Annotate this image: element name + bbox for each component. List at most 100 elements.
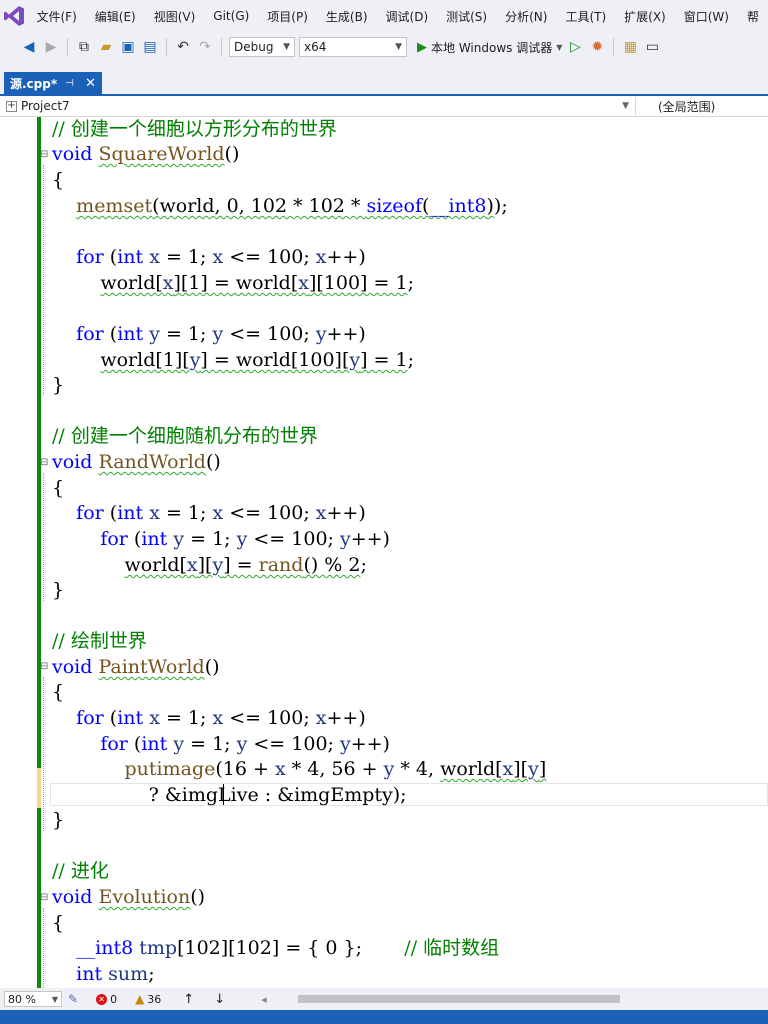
new-project-icon[interactable]: ⧉ bbox=[75, 38, 93, 56]
platform-value: x64 bbox=[304, 40, 327, 54]
warnings-indicator[interactable]: ▲ 36 bbox=[135, 992, 161, 1006]
project-dropdown[interactable]: + Project7 ▼ bbox=[0, 97, 636, 115]
code-line: { bbox=[52, 912, 65, 934]
start-debugging-label: 本地 Windows 调试器 bbox=[431, 40, 553, 55]
code-line: world[x][y] = rand() % 2; bbox=[124, 554, 367, 576]
code-line: { bbox=[52, 681, 65, 703]
chevron-down-icon: ▼ bbox=[622, 101, 629, 111]
code-comment: // 创建一个细胞随机分布的世界 bbox=[52, 425, 318, 447]
open-file-icon[interactable]: ▰ bbox=[97, 38, 115, 56]
code-cleanup-icon[interactable]: ✎ bbox=[68, 992, 78, 1006]
code-line: for (int x = 1; x <= 100; x++) bbox=[76, 502, 366, 524]
code-line: } bbox=[52, 579, 65, 601]
error-count: 0 bbox=[110, 992, 118, 1006]
navigate-back-icon[interactable]: ◀ bbox=[20, 38, 38, 56]
window-status-bar bbox=[0, 1010, 768, 1024]
menu-test[interactable]: 测试(S) bbox=[437, 8, 496, 25]
menu-edit[interactable]: 编辑(E) bbox=[86, 8, 145, 25]
menu-view[interactable]: 视图(V) bbox=[145, 8, 205, 25]
save-all-icon[interactable]: ▤ bbox=[141, 38, 159, 56]
fold-guide bbox=[43, 473, 51, 601]
menu-tools[interactable]: 工具(T) bbox=[556, 8, 615, 25]
standard-toolbar: ◀ ▶ ⧉ ▰ ▣ ▤ ↶ ↷ Debug ▼ x64 ▼ ▶ 本地 Windo… bbox=[0, 33, 768, 61]
code-line: world[x][1] = world[x][100] = 1; bbox=[100, 272, 414, 294]
code-line: putimage(16 + x * 4, 56 + y * 4, world[x… bbox=[124, 758, 547, 780]
zoom-select[interactable]: 80 % ▼ bbox=[4, 991, 62, 1007]
menu-analyze[interactable]: 分析(N) bbox=[496, 8, 556, 25]
code-line: { bbox=[52, 169, 65, 191]
pin-icon[interactable]: ⊣ bbox=[65, 78, 74, 89]
redo-icon[interactable]: ↷ bbox=[196, 38, 214, 56]
menu-debug[interactable]: 调试(D) bbox=[377, 8, 438, 25]
navigate-forward-icon[interactable]: ▶ bbox=[42, 38, 60, 56]
chevron-down-icon: ▼ bbox=[395, 42, 402, 52]
zoom-value: 80 % bbox=[8, 992, 36, 1006]
code-line: for (int x = 1; x <= 100; x++) bbox=[76, 707, 366, 729]
visual-studio-logo-icon[interactable] bbox=[0, 0, 27, 32]
scroll-left-icon[interactable]: ◂ bbox=[261, 993, 267, 1006]
configuration-select[interactable]: Debug ▼ bbox=[229, 37, 295, 57]
code-line: for (int y = 1; y <= 100; y++) bbox=[100, 528, 390, 550]
menu-bar: 文件(F) 编辑(E) 视图(V) Git(G) 项目(P) 生成(B) 调试(… bbox=[0, 0, 768, 32]
warning-count: 36 bbox=[147, 992, 162, 1006]
chevron-down-icon: ▼ bbox=[51, 994, 58, 1004]
toolbar-separator bbox=[613, 38, 615, 56]
code-editor[interactable]: ⊟ ⊟ ⊟ ⊟ // 创建一个细胞以方形分布的世界 void SquareWor… bbox=[0, 117, 768, 988]
code-comment: // 绘制世界 bbox=[52, 630, 147, 652]
collapse-icon[interactable]: ⊟ bbox=[40, 458, 48, 468]
editor-status-bar: 80 % ▼ ✎ ✕ 0 ▲ 36 ↑ ↓ ◂ bbox=[0, 988, 768, 1010]
collapse-icon[interactable]: ⊟ bbox=[40, 150, 48, 160]
scope-dropdown[interactable]: (全局范围) bbox=[636, 98, 768, 115]
code-line: for (int y = 1; y <= 100; y++) bbox=[76, 323, 366, 345]
tab-source-cpp[interactable]: 源.cpp* ⊣ ✕ bbox=[4, 72, 102, 94]
play-icon: ▶ bbox=[417, 39, 427, 55]
code-line: } bbox=[52, 809, 65, 831]
code-line: void RandWorld() bbox=[52, 451, 221, 473]
warning-icon: ▲ bbox=[135, 992, 145, 1006]
menu-file[interactable]: 文件(F) bbox=[27, 8, 85, 25]
error-icon: ✕ bbox=[96, 993, 108, 1005]
collapse-icon[interactable]: ⊟ bbox=[40, 893, 48, 903]
unsaved-lines-indicator bbox=[37, 768, 41, 808]
menu-extensions[interactable]: 扩展(X) bbox=[615, 8, 675, 25]
toolbar-separator bbox=[166, 38, 167, 56]
code-line: for (int x = 1; x <= 100; x++) bbox=[76, 246, 366, 268]
code-comment: // 临时数组 bbox=[404, 937, 500, 959]
code-line: world[1][y] = world[100][y] = 1; bbox=[100, 349, 415, 371]
menu-help[interactable]: 帮 bbox=[738, 8, 768, 25]
platform-select[interactable]: x64 ▼ bbox=[299, 37, 407, 57]
code-line: int sum; bbox=[76, 963, 155, 985]
code-comment: // 创建一个细胞以方形分布的世界 bbox=[52, 118, 337, 140]
project-icon: + bbox=[6, 99, 17, 112]
toolbar-separator bbox=[221, 38, 222, 56]
solution-explorer-icon[interactable]: ▦ bbox=[621, 38, 639, 56]
code-line: void Evolution() bbox=[52, 886, 206, 908]
hot-reload-icon[interactable]: ✹ bbox=[588, 38, 606, 56]
window-layout-icon[interactable]: ▭ bbox=[643, 38, 661, 56]
horizontal-scrollbar[interactable] bbox=[298, 995, 620, 1003]
collapse-icon[interactable]: ⊟ bbox=[40, 662, 48, 672]
toolbar-separator bbox=[67, 38, 68, 56]
fold-guide bbox=[43, 908, 51, 988]
menu-git[interactable]: Git(G) bbox=[204, 9, 258, 23]
undo-icon[interactable]: ↶ bbox=[174, 38, 192, 56]
configuration-value: Debug bbox=[234, 40, 274, 54]
start-without-debugging-icon[interactable]: ▷ bbox=[566, 38, 584, 56]
close-icon[interactable]: ✕ bbox=[85, 76, 96, 91]
navigation-bar: + Project7 ▼ (全局范围) bbox=[0, 96, 768, 117]
fold-guide bbox=[43, 165, 51, 395]
chevron-down-icon: ▼ bbox=[283, 42, 290, 52]
errors-indicator[interactable]: ✕ 0 bbox=[96, 993, 117, 1006]
menu-window[interactable]: 窗口(W) bbox=[675, 8, 738, 25]
next-issue-icon[interactable]: ↓ bbox=[214, 992, 225, 1007]
code-line: ? &imgLive : &imgEmpty); bbox=[52, 784, 407, 806]
document-tab-strip: 源.cpp* ⊣ ✕ bbox=[0, 72, 768, 96]
menu-project[interactable]: 项目(P) bbox=[258, 8, 317, 25]
code-line: { bbox=[52, 477, 65, 499]
previous-issue-icon[interactable]: ↑ bbox=[183, 992, 194, 1007]
menu-build[interactable]: 生成(B) bbox=[317, 8, 377, 25]
save-icon[interactable]: ▣ bbox=[119, 38, 137, 56]
start-debugging-button[interactable]: ▶ 本地 Windows 调试器 ▼ bbox=[417, 39, 562, 56]
code-line: } bbox=[52, 374, 65, 396]
code-line: memset(world, 0, 102 * 102 * sizeof(__in… bbox=[76, 195, 508, 217]
